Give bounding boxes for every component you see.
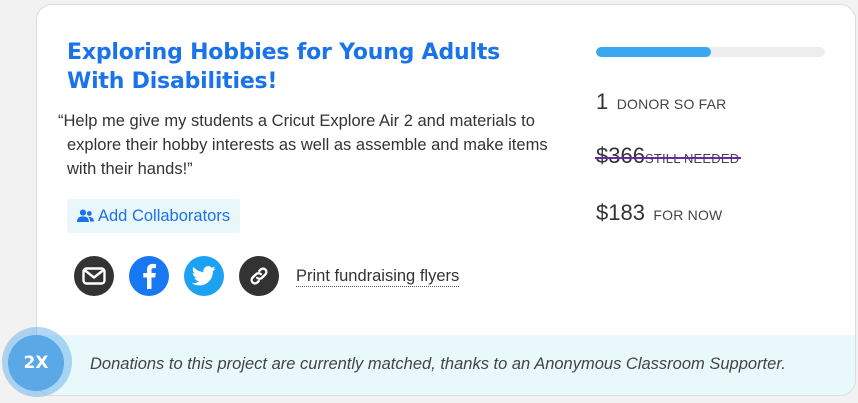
quote-text: Help me give my students a Cricut Explor… bbox=[63, 112, 548, 178]
project-card: Exploring Hobbies for Young Adults With … bbox=[36, 4, 856, 396]
for-now-amount: $183 bbox=[596, 200, 645, 225]
twitter-share-button[interactable] bbox=[184, 256, 224, 296]
email-share-button[interactable] bbox=[74, 256, 114, 296]
quote-text-wrap: “Help me give my students a Cricut Explo… bbox=[58, 109, 553, 181]
funding-progress-fill bbox=[596, 47, 711, 57]
match-text: Donations to this project are currently … bbox=[90, 355, 786, 373]
still-needed-amount: $366 bbox=[596, 143, 645, 168]
copy-link-button[interactable] bbox=[239, 256, 279, 296]
match-badge: 2X bbox=[8, 335, 64, 391]
link-icon bbox=[250, 267, 268, 285]
print-flyers-link[interactable]: Print fundraising flyers bbox=[296, 266, 460, 287]
donor-count: 1 bbox=[596, 89, 609, 114]
donor-count-label: DONOR SO FAR bbox=[616, 96, 727, 112]
email-icon bbox=[82, 267, 106, 285]
donor-count-stat: 1 DONOR SO FAR bbox=[596, 89, 726, 115]
still-needed-strikethrough: $366STILL NEEDED bbox=[595, 143, 742, 169]
users-icon bbox=[77, 209, 94, 222]
strike-line bbox=[595, 156, 742, 159]
for-now-label: FOR NOW bbox=[653, 207, 723, 223]
still-needed-stat: $366STILL NEEDED bbox=[595, 143, 742, 169]
for-now-stat: $183 FOR NOW bbox=[596, 200, 722, 226]
facebook-icon bbox=[143, 263, 156, 289]
project-title[interactable]: Exploring Hobbies for Young Adults With … bbox=[67, 38, 537, 96]
add-collaborators-button[interactable]: Add Collaborators bbox=[67, 199, 241, 233]
add-collaborators-label: Add Collaborators bbox=[98, 207, 231, 225]
twitter-icon bbox=[192, 266, 216, 286]
facebook-share-button[interactable] bbox=[129, 256, 169, 296]
project-quote: “Help me give my students a Cricut Explo… bbox=[58, 109, 553, 181]
share-row: Print fundraising flyers bbox=[74, 256, 460, 296]
quote-close-mark: ” bbox=[187, 160, 193, 178]
match-banner: Donations to this project are currently … bbox=[37, 335, 855, 395]
funding-progress-bar bbox=[596, 47, 825, 57]
